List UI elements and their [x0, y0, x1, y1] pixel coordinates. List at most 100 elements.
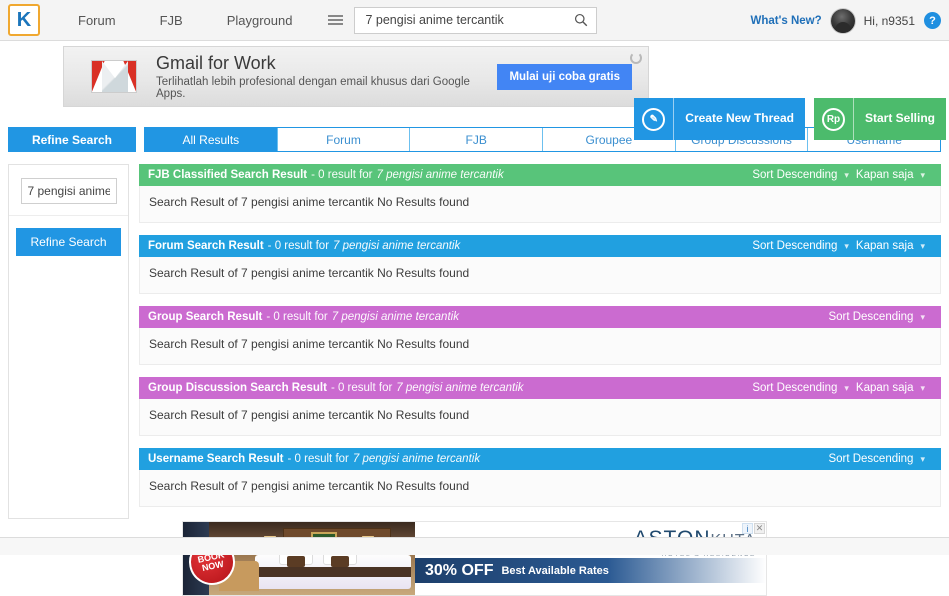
- result-query: 7 pengisi anime tercantik: [331, 311, 459, 323]
- pencil-icon: ✎: [634, 98, 675, 140]
- search-submit-button[interactable]: [566, 8, 596, 33]
- sort-descending-button[interactable]: Sort Descending: [752, 382, 837, 394]
- result-query: 7 pengisi anime tercantik: [376, 169, 504, 181]
- chevron-down-icon[interactable]: ▾: [844, 383, 849, 394]
- main-content: Refine Search FJB Classified Search Resu…: [8, 164, 941, 519]
- time-filter-button[interactable]: Kapan saja: [856, 240, 914, 252]
- result-title: Username Search Result: [148, 453, 284, 465]
- info-icon[interactable]: i: [742, 523, 753, 534]
- results-column: FJB Classified Search Result - 0 result …: [139, 164, 941, 519]
- primary-nav: Forum FJB Playground: [56, 13, 314, 28]
- sort-descending-button[interactable]: Sort Descending: [752, 240, 837, 252]
- tab-forum[interactable]: Forum: [277, 128, 411, 151]
- result-controls: Sort Descending ▾: [828, 453, 932, 465]
- tab-fjb[interactable]: FJB: [410, 128, 544, 151]
- result-block-forum: Forum Search Result - 0 result for 7 pen…: [139, 235, 941, 294]
- search-input[interactable]: [355, 13, 567, 27]
- result-body: Search Result of 7 pengisi anime tercant…: [139, 257, 941, 294]
- time-filter-button[interactable]: Kapan saja: [856, 382, 914, 394]
- logo-k-icon: K: [16, 9, 32, 31]
- result-title: FJB Classified Search Result: [148, 169, 308, 181]
- refine-sidebar: Refine Search: [8, 164, 129, 519]
- result-controls: Sort Descending ▾: [828, 311, 932, 323]
- result-meta: - 0 result for: [330, 382, 393, 394]
- time-filter-button[interactable]: Kapan saja: [856, 169, 914, 181]
- result-title: Group Discussion Search Result: [148, 382, 327, 394]
- ad-discount-text: 30% OFF: [425, 561, 494, 579]
- chevron-down-icon[interactable]: ▾: [844, 170, 849, 181]
- result-meta: - 0 result for: [287, 453, 349, 465]
- chevron-down-icon[interactable]: ▾: [920, 241, 925, 252]
- result-body: Search Result of 7 pengisi anime tercant…: [139, 399, 941, 436]
- aston-kuta-ad-banner[interactable]: BOOK NOW ASTONKUTA HOTEL & RESIDENCE 30%…: [182, 521, 767, 596]
- result-block-group: Group Search Result - 0 result for 7 pen…: [139, 306, 941, 365]
- bottom-ad-row: BOOK NOW ASTONKUTA HOTEL & RESIDENCE 30%…: [8, 521, 941, 596]
- start-selling-button[interactable]: Rp Start Selling: [813, 98, 946, 140]
- chevron-down-icon[interactable]: ▾: [920, 312, 925, 323]
- ad-right-panel: ASTONKUTA HOTEL & RESIDENCE 30% OFF Best…: [415, 522, 766, 595]
- global-search-box[interactable]: [354, 6, 598, 34]
- gmail-ad-banner[interactable]: Gmail for Work Terlihatlah lebih profesi…: [63, 46, 649, 107]
- result-title: Group Search Result: [148, 311, 263, 323]
- chevron-down-icon[interactable]: ▾: [920, 454, 925, 465]
- ad-controls: i ✕: [742, 523, 765, 534]
- result-block-fjb-classified: FJB Classified Search Result - 0 result …: [139, 164, 941, 223]
- start-selling-label: Start Selling: [864, 111, 935, 126]
- whats-new-link[interactable]: What's New?: [751, 15, 822, 27]
- gmail-logo-icon: [86, 60, 142, 93]
- chevron-down-icon[interactable]: ▾: [920, 170, 925, 181]
- result-meta: - 0 result for: [267, 240, 330, 252]
- gmail-ad-text: Gmail for Work Terlihatlah lebih profesi…: [142, 53, 497, 100]
- result-header-username: Username Search Result - 0 result for 7 …: [139, 448, 941, 470]
- help-icon[interactable]: ?: [924, 12, 941, 29]
- result-header-forum: Forum Search Result - 0 result for 7 pen…: [139, 235, 941, 257]
- result-query: 7 pengisi anime tercantik: [396, 382, 524, 394]
- hotel-room-photo: BOOK NOW: [183, 522, 415, 595]
- refine-search-button[interactable]: Refine Search: [16, 228, 121, 256]
- result-query: 7 pengisi anime tercantik: [352, 453, 481, 465]
- result-meta: - 0 result for: [266, 311, 328, 323]
- result-header-group: Group Search Result - 0 result for 7 pen…: [139, 306, 941, 328]
- sort-descending-button[interactable]: Sort Descending: [828, 311, 913, 323]
- ad-rates-text: Best Available Rates: [501, 564, 609, 577]
- header-right-cluster: What's New? Hi, n9351 ?: [751, 0, 941, 41]
- tab-all-results[interactable]: All Results: [145, 128, 278, 151]
- result-title: Forum Search Result: [148, 240, 264, 252]
- sort-descending-button[interactable]: Sort Descending: [828, 453, 913, 465]
- result-controls: Sort Descending ▾ Kapan saja ▾: [752, 240, 932, 252]
- nav-item-fjb[interactable]: FJB: [138, 13, 205, 28]
- rupiah-icon: Rp: [814, 98, 854, 140]
- nav-item-forum[interactable]: Forum: [56, 13, 138, 28]
- hamburger-menu-button[interactable]: [318, 6, 352, 34]
- tab-refine-search[interactable]: Refine Search: [8, 127, 136, 152]
- result-body: Search Result of 7 pengisi anime tercant…: [139, 470, 941, 507]
- hamburger-icon: [327, 13, 343, 27]
- user-greeting[interactable]: Hi, n9351: [864, 14, 915, 28]
- result-controls: Sort Descending ▾ Kapan saja ▾: [752, 382, 932, 394]
- result-query: 7 pengisi anime tercantik: [333, 240, 461, 252]
- sort-descending-button[interactable]: Sort Descending: [752, 169, 837, 181]
- gmail-cta-button[interactable]: Mulai uji coba gratis: [497, 63, 632, 90]
- chevron-down-icon[interactable]: ▾: [920, 383, 925, 394]
- site-logo[interactable]: K: [8, 4, 40, 36]
- top-header-bar: K Forum FJB Playground What's New? Hi, n…: [0, 0, 949, 41]
- create-new-thread-button[interactable]: ✎ Create New Thread: [634, 98, 805, 140]
- result-block-group-discussion: Group Discussion Search Result - 0 resul…: [139, 377, 941, 436]
- result-block-username: Username Search Result - 0 result for 7 …: [139, 448, 941, 507]
- result-body: Search Result of 7 pengisi anime tercant…: [139, 186, 941, 223]
- search-icon: [575, 13, 588, 27]
- refresh-icon[interactable]: [630, 52, 642, 64]
- create-new-thread-label: Create New Thread: [685, 111, 794, 126]
- close-icon[interactable]: ✕: [754, 523, 765, 534]
- footer-area: [0, 538, 949, 555]
- gmail-ad-title: Gmail for Work: [156, 53, 276, 74]
- ad-offer-strip: 30% OFF Best Available Rates: [415, 558, 766, 583]
- chevron-down-icon[interactable]: ▾: [844, 241, 849, 252]
- refine-keyword-input[interactable]: [20, 178, 117, 204]
- quick-action-buttons: ✎ Create New Thread Rp Start Selling: [634, 98, 946, 140]
- result-body: Search Result of 7 pengisi anime tercant…: [139, 328, 941, 365]
- result-meta: - 0 result for: [311, 169, 373, 181]
- result-controls: Sort Descending ▾ Kapan saja ▾: [752, 169, 932, 181]
- nav-item-playground[interactable]: Playground: [205, 13, 315, 28]
- avatar[interactable]: [830, 8, 855, 33]
